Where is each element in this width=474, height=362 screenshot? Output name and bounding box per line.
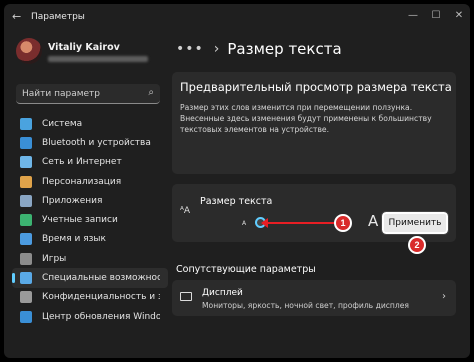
gamepad-icon — [20, 252, 32, 265]
brush-icon — [20, 175, 32, 188]
sidebar-item-label: Центр обновления Windows — [42, 311, 160, 322]
monitor-icon — [180, 292, 192, 301]
preview-title: Предварительный просмотр размера текста — [180, 80, 452, 94]
annotation-arrow-line — [265, 222, 337, 224]
globe-clock-icon — [20, 233, 32, 246]
text-size-card: ᴬA Размер текста A 1 A Применить 2 — [172, 184, 456, 254]
minimize-button[interactable]: — — [404, 10, 422, 22]
sidebar-item-label: Время и язык — [42, 234, 106, 245]
display-title: Дисплей — [202, 288, 243, 298]
maximize-button[interactable]: ☐ — [427, 10, 445, 22]
update-icon — [20, 310, 32, 323]
back-arrow-icon[interactable]: ← — [12, 10, 21, 23]
sidebar-item-personalization[interactable]: Персонализация — [12, 172, 168, 191]
slider-min-label: A — [242, 220, 247, 227]
sidebar-item-time-language[interactable]: Время и язык — [12, 230, 168, 249]
search-input[interactable] — [22, 87, 140, 101]
sidebar-item-label: Специальные возможности — [42, 273, 160, 284]
display-subtitle: Мониторы, яркость, ночной свет, профиль … — [202, 301, 409, 310]
sidebar-item-bluetooth[interactable]: Bluetooth и устройства — [12, 133, 168, 152]
slider-max-label: A — [368, 212, 379, 230]
sidebar-item-label: Приложения — [42, 195, 103, 206]
sidebar-item-label: Конфиденциальность и защита — [42, 292, 160, 303]
sidebar-item-label: Игры — [42, 253, 67, 264]
apps-icon — [20, 194, 32, 207]
sidebar-item-gaming[interactable]: Игры — [12, 249, 168, 268]
chevron-right-icon: › — [442, 291, 446, 302]
sidebar-item-privacy[interactable]: Конфиденциальность и защита — [12, 288, 168, 307]
bluetooth-icon — [20, 136, 32, 149]
sidebar-item-label: Bluetooth и устройства — [42, 137, 151, 148]
text-size-label: Размер текста — [200, 196, 273, 207]
system-icon — [20, 117, 32, 130]
network-icon — [20, 156, 32, 169]
search-box[interactable]: ⌕ — [16, 84, 160, 104]
avatar[interactable] — [16, 38, 42, 64]
account-icon — [20, 214, 32, 227]
sidebar-item-label: Сеть и Интернет — [42, 157, 122, 168]
related-settings-heading: Сопутствующие параметры — [176, 264, 316, 275]
sidebar-item-apps[interactable]: Приложения — [12, 191, 168, 210]
sidebar-item-network[interactable]: Сеть и Интернет — [12, 153, 168, 172]
title-bar: ← Параметры — ☐ ✕ — [4, 4, 470, 30]
apply-button[interactable]: Применить — [381, 211, 449, 235]
shield-icon — [20, 291, 32, 304]
sidebar-item-label: Учетные записи — [42, 215, 118, 226]
user-email-blurred — [48, 56, 148, 62]
sidebar-item-accessibility[interactable]: Специальные возможности — [12, 268, 168, 288]
text-size-icon: ᴬA — [180, 206, 191, 216]
sidebar-nav: Система Bluetooth и устройства Сеть и Ин… — [12, 114, 168, 326]
annotation-badge-2: 2 — [408, 236, 426, 254]
annotation-badge-1: 1 — [334, 214, 352, 232]
accessibility-icon — [20, 272, 32, 285]
app-title: Параметры — [31, 12, 85, 22]
page-title: Размер текста — [227, 40, 342, 58]
breadcrumb-separator: › — [213, 41, 220, 57]
more-breadcrumbs-button[interactable]: ••• — [176, 41, 204, 57]
preview-text: Размер этих слов изменится при перемещен… — [180, 103, 432, 134]
display-settings-link[interactable]: Дисплей Мониторы, яркость, ночной свет, … — [172, 280, 456, 316]
annotation-arrow-head — [261, 218, 268, 228]
breadcrumb: ••• › Размер текста — [176, 40, 342, 58]
sidebar-item-system[interactable]: Система — [12, 114, 168, 133]
sidebar-item-label: Система — [42, 118, 83, 129]
sidebar-item-label: Персонализация — [42, 176, 122, 187]
sidebar-item-windows-update[interactable]: Центр обновления Windows — [12, 307, 168, 326]
user-name: Vitaliy Kairov — [48, 42, 120, 53]
search-icon[interactable]: ⌕ — [148, 87, 154, 98]
sidebar-item-accounts[interactable]: Учетные записи — [12, 210, 168, 229]
close-button[interactable]: ✕ — [450, 10, 468, 22]
settings-window: ← Параметры — ☐ ✕ Vitaliy Kairov ⌕ Систе… — [4, 4, 470, 358]
preview-card: Предварительный просмотр размера текста … — [172, 72, 456, 174]
